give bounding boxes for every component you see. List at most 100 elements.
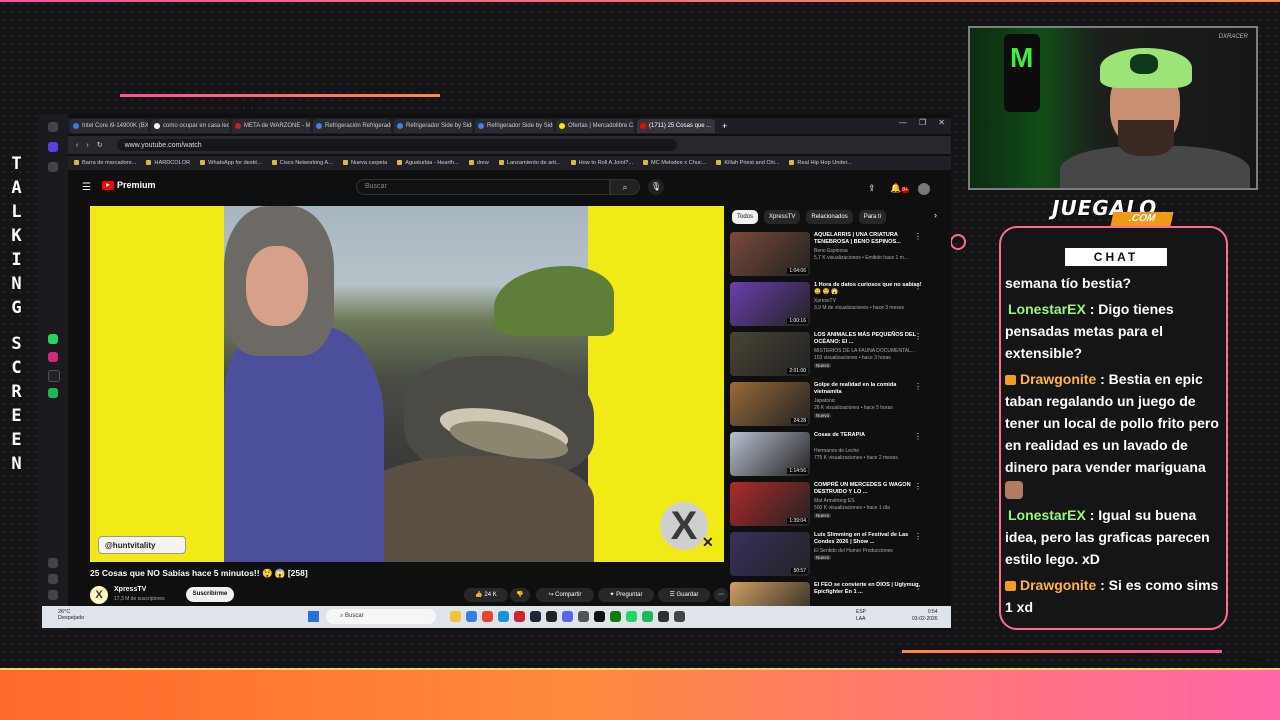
filter-chip[interactable]: XpressTV [764,210,801,224]
search-button[interactable]: ⌕ [610,179,640,195]
search-input[interactable]: Buscar [356,179,610,195]
url-field[interactable]: www.youtube.com/watch [116,139,677,151]
bookmark-item[interactable]: Lanzamiento de arti... [499,160,561,166]
more-options-icon[interactable]: ⋮ [914,332,922,341]
browser-tab[interactable]: como ocupar en casa lec... [151,119,229,133]
close-icon[interactable]: ✕ [938,118,945,127]
chips-next-icon[interactable]: › [934,210,937,220]
chrome-icon[interactable] [482,611,493,622]
start-icon[interactable] [308,611,319,622]
discord-icon[interactable] [562,611,573,622]
clock-icon[interactable] [48,574,58,584]
more-options-icon[interactable]: ⋮ [914,282,922,291]
youtube-logo[interactable]: Premium [102,180,156,190]
star-icon[interactable] [48,162,58,172]
more-button[interactable]: ⋯ [714,588,728,602]
spotify-icon[interactable] [642,611,653,622]
video-player[interactable]: @huntvitality X ✕ [90,206,724,562]
bookmark-item[interactable]: MC Melodee x Chuc... [643,160,706,166]
filter-chip[interactable]: Relacionados [806,210,853,224]
more-options-icon[interactable]: ⋮ [914,382,922,391]
browser-tab[interactable]: Refrigerador Side by Side... [394,119,472,133]
browser-tab[interactable]: Refrigerador Side by Side... [475,119,553,133]
bookmark-item[interactable]: HARDCOLOR [146,160,190,166]
video-thumbnail[interactable]: 50:57 [730,532,810,576]
like-button[interactable]: 👍 24 K [464,588,508,602]
taskbar-search[interactable]: ⌕ Buscar [326,609,436,624]
chat-username[interactable]: Drawgonite [1020,577,1096,593]
bookmark-item[interactable]: Nueva carpeta [343,160,387,166]
app-icon[interactable] [578,611,589,622]
filter-chip[interactable]: Para ti [858,210,887,224]
heart-icon[interactable] [48,558,58,568]
maximize-icon[interactable]: ❐ [919,118,926,127]
video-thumbnail[interactable]: 1:39:04 [730,482,810,526]
chat-username[interactable]: LonestarEX [1008,301,1086,317]
browser-tab[interactable]: (1711) 25 Cosas que ... [637,119,715,133]
mic-icon[interactable]: 🎙 [648,179,664,195]
chat-username[interactable]: LonestarEX [1008,507,1086,523]
channel-avatar[interactable]: X [90,586,108,604]
recommended-video[interactable]: 2:01:00 LOS ANIMALES MÁS PEQUEÑOS DEL OCÉ… [730,332,930,378]
bookmark-item[interactable]: Barra de marcadore... [74,160,136,166]
whatsapp-icon[interactable] [626,611,637,622]
share-button[interactable]: ↪ Compartir [536,588,594,602]
avatar[interactable] [918,183,930,195]
video-thumbnail[interactable]: 1:14:56 [730,432,810,476]
new-tab-icon[interactable]: + [722,121,727,131]
recommended-video[interactable]: 1:04:06 AQUELARRIS | UNA CRIATURA TENEBRO… [730,232,930,278]
recommended-video[interactable]: 24:28 Golpe de realidad en la comida viet… [730,382,930,428]
bookmark-item[interactable]: WhatsApp for deskt... [200,160,261,166]
capcut-icon[interactable] [594,611,605,622]
more-options-icon[interactable]: ⋮ [914,432,922,441]
profile-icon[interactable] [48,142,58,152]
menu-icon[interactable]: ☰ [82,182,91,193]
more-options-icon[interactable]: ⋮ [914,532,922,541]
chat-username[interactable]: Drawgonite [1020,371,1096,387]
video-thumbnail[interactable] [730,582,810,606]
bookmark-item[interactable]: Cisco Networking A... [272,160,333,166]
edge-icon[interactable] [498,611,509,622]
save-button[interactable]: ☰ Guardar [658,588,710,602]
dislike-button[interactable]: 👎 [510,588,530,602]
video-thumbnail[interactable]: 24:28 [730,382,810,426]
ask-button[interactable]: ✦ Preguntar [598,588,654,602]
more-options-icon[interactable]: ⋮ [914,482,922,491]
back-icon[interactable]: ‹ [76,142,78,149]
recommended-video[interactable]: 1:00:16 1 Hora de datos curiosos que no s… [730,282,930,328]
spotify-icon[interactable] [48,388,58,398]
browser-tab[interactable]: Intel Core i9-14900K (BX8... [70,119,148,133]
video-thumbnail[interactable]: 1:00:16 [730,282,810,326]
tray-language[interactable]: ESP LAA [856,609,866,623]
store-icon[interactable] [466,611,477,622]
browser-tab[interactable]: Ofertas | Mercadolibre C... [556,119,634,133]
home-icon[interactable] [48,122,58,132]
opera-icon[interactable] [514,611,525,622]
filter-chip[interactable]: Todos [732,210,759,224]
video-thumbnail[interactable]: 2:01:00 [730,332,810,376]
bookmark-item[interactable]: Aguaturbia - Hearth... [397,160,458,166]
recommended-video[interactable]: 1:39:04 COMPRÉ UN MERCEDES G WAGON DESTRU… [730,482,930,528]
subscribe-button[interactable]: Suscribirme [186,587,234,602]
tray-clock[interactable]: 0:54 03-02-2026 [912,609,938,623]
browser-tab[interactable]: Refrigeración Refrigerado... [313,119,391,133]
xbox-icon[interactable] [610,611,621,622]
calculator-icon[interactable] [674,611,685,622]
tiktok-icon[interactable] [48,370,60,382]
epic-icon[interactable] [546,611,557,622]
file-explorer-icon[interactable] [450,611,461,622]
bookmark-item[interactable]: How to Roll A Joint?... [571,160,633,166]
reload-icon[interactable]: ↻ [97,141,103,149]
settings-icon[interactable] [48,590,58,600]
more-options-icon[interactable]: ⋮ [914,582,922,591]
recommended-video[interactable]: 50:57 Luis Slimming en el Festival de Las… [730,532,930,578]
recommended-video[interactable]: 1:14:56 Cosas de TERAPIA Hermanos de Leche… [730,432,930,478]
browser-tab[interactable]: META de WARZONE - Mi... [232,119,310,133]
video-thumbnail[interactable]: 1:04:06 [730,232,810,276]
more-options-icon[interactable]: ⋮ [914,232,922,241]
create-icon[interactable]: ⇪ [868,183,876,194]
whatsapp-icon[interactable] [48,334,58,344]
bell-icon[interactable]: 🔔9+ [890,183,909,194]
minimize-icon[interactable]: — [899,118,907,127]
weather-widget[interactable]: 26°C Despejado [58,609,84,621]
